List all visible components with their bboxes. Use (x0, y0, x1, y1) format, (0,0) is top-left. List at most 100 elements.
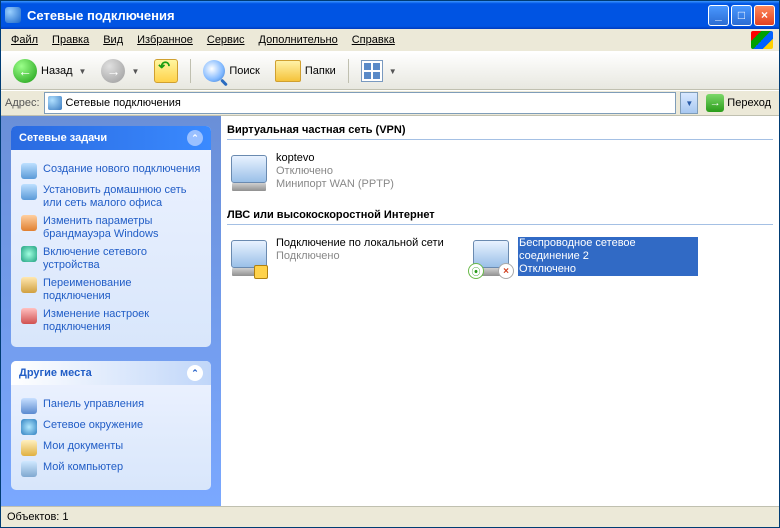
maximize-button[interactable]: □ (731, 5, 752, 26)
views-icon (361, 60, 383, 82)
other-places-panel: Другие места ⌃ Панель управления Сетевое… (11, 361, 211, 490)
task-firewall[interactable]: Изменить параметры брандмауэра Windows (21, 215, 201, 241)
folders-label: Папки (305, 65, 336, 77)
status-bar: Объектов: 1 (1, 506, 779, 527)
connection-vpn-koptevo[interactable]: koptevo Отключено Минипорт WAN (PPTP) (225, 149, 459, 195)
menu-help[interactable]: Справка (345, 32, 402, 48)
chevron-down-icon: ▼ (79, 67, 87, 76)
search-icon (203, 60, 225, 82)
connection-wireless[interactable]: ⦿ × Беспроводное сетевое соединение 2 От… (467, 234, 701, 280)
group-header-lan: ЛВС или высокоскоростной Интернет (221, 201, 779, 228)
rename-icon (21, 277, 37, 293)
address-label: Адрес: (5, 97, 40, 109)
menu-bar: Файл Правка Вид Избранное Сервис Дополни… (1, 29, 779, 52)
go-icon: → (706, 94, 724, 112)
window-icon (5, 7, 21, 23)
connection-status: Подключено (276, 250, 444, 263)
computer-icon (21, 461, 37, 477)
place-control-panel[interactable]: Панель управления (21, 398, 201, 414)
task-new-connection[interactable]: Создание нового подключения (21, 163, 201, 179)
views-button[interactable]: ▼ (355, 57, 403, 85)
task-rename[interactable]: Переименование подключения (21, 277, 201, 303)
menu-advanced[interactable]: Дополнительно (252, 32, 345, 48)
back-icon: ← (13, 59, 37, 83)
task-enable-device[interactable]: Включение сетевого устройства (21, 246, 201, 272)
connection-lan[interactable]: Подключение по локальной сети Подключено (225, 234, 459, 280)
chevron-up-icon: ⌃ (187, 130, 203, 146)
task-label: Изменить параметры брандмауэра Windows (43, 215, 201, 241)
network-tasks-panel: Сетевые задачи ⌃ Создание нового подключ… (11, 126, 211, 347)
lan-connection-icon (228, 237, 270, 277)
go-button[interactable]: → Переход (702, 94, 775, 112)
menu-edit[interactable]: Правка (45, 32, 96, 48)
folders-button[interactable]: Папки (269, 57, 342, 85)
menu-favorites[interactable]: Избранное (130, 32, 200, 48)
wireless-connection-icon: ⦿ × (470, 237, 512, 277)
place-label: Мой компьютер (43, 461, 123, 474)
task-label: Создание нового подключения (43, 163, 200, 176)
panel-title: Сетевые задачи (19, 132, 107, 144)
disabled-overlay-icon: × (498, 263, 514, 279)
enable-icon (21, 246, 37, 262)
sidebar: Сетевые задачи ⌃ Создание нового подключ… (1, 116, 221, 506)
place-my-documents[interactable]: Мои документы (21, 440, 201, 456)
settings-icon (21, 308, 37, 324)
place-my-computer[interactable]: Мой компьютер (21, 461, 201, 477)
connection-name: koptevo (276, 152, 394, 165)
chevron-down-icon: ▼ (131, 67, 139, 76)
network-places-icon (21, 419, 37, 435)
go-label: Переход (727, 97, 771, 109)
connection-detail: Минипорт WAN (PPTP) (276, 178, 394, 191)
menu-file[interactable]: Файл (4, 32, 45, 48)
firewall-overlay-icon (254, 265, 268, 279)
forward-icon: → (101, 59, 125, 83)
network-icon (21, 184, 37, 200)
folder-icon (275, 60, 301, 82)
documents-icon (21, 440, 37, 456)
panel-header[interactable]: Другие места ⌃ (11, 361, 211, 385)
back-button[interactable]: ← Назад ▼ (7, 56, 92, 86)
minimize-button[interactable]: _ (708, 5, 729, 26)
forward-button[interactable]: → ▼ (95, 56, 145, 86)
address-dropdown[interactable]: ▼ (680, 92, 698, 114)
place-network-neighborhood[interactable]: Сетевое окружение (21, 419, 201, 435)
place-label: Мои документы (43, 440, 123, 453)
group-title: Виртуальная частная сеть (VPN) (227, 124, 406, 136)
separator (190, 59, 191, 83)
location-icon (48, 96, 62, 110)
control-panel-icon (21, 398, 37, 414)
connection-status: Отключено (518, 263, 698, 276)
group-header-vpn: Виртуальная частная сеть (VPN) (221, 116, 779, 143)
firewall-icon (21, 215, 37, 231)
chevron-up-icon: ⌃ (187, 365, 203, 381)
address-field[interactable]: Сетевые подключения (44, 92, 677, 114)
connection-name: Подключение по локальной сети (276, 237, 444, 250)
panel-title: Другие места (19, 367, 92, 379)
up-button[interactable] (148, 56, 184, 86)
place-label: Панель управления (43, 398, 144, 411)
title-bar: Сетевые подключения _ □ × (1, 1, 779, 29)
task-label: Переименование подключения (43, 277, 201, 303)
chevron-down-icon: ▼ (389, 67, 397, 76)
task-label: Включение сетевого устройства (43, 246, 201, 272)
content-pane: Виртуальная частная сеть (VPN) koptevo О… (221, 116, 779, 506)
toolbar: ← Назад ▼ → ▼ Поиск Папки ▼ (1, 52, 779, 90)
close-button[interactable]: × (754, 5, 775, 26)
task-home-network[interactable]: Установить домашнюю сеть или сеть малого… (21, 184, 201, 210)
search-label: Поиск (229, 65, 259, 77)
task-label: Изменение настроек подключения (43, 308, 201, 334)
wizard-icon (21, 163, 37, 179)
wireless-signal-icon: ⦿ (468, 263, 484, 279)
back-label: Назад (41, 65, 73, 77)
task-settings[interactable]: Изменение настроек подключения (21, 308, 201, 334)
folder-up-icon (154, 59, 178, 83)
search-button[interactable]: Поиск (197, 57, 265, 85)
window-title: Сетевые подключения (27, 8, 708, 23)
menu-tools[interactable]: Сервис (200, 32, 252, 48)
separator (348, 59, 349, 83)
connection-name: Беспроводное сетевое соединение 2 (518, 237, 698, 263)
panel-header[interactable]: Сетевые задачи ⌃ (11, 126, 211, 150)
task-label: Установить домашнюю сеть или сеть малого… (43, 184, 201, 210)
menu-view[interactable]: Вид (96, 32, 130, 48)
address-bar: Адрес: Сетевые подключения ▼ → Переход (1, 90, 779, 116)
